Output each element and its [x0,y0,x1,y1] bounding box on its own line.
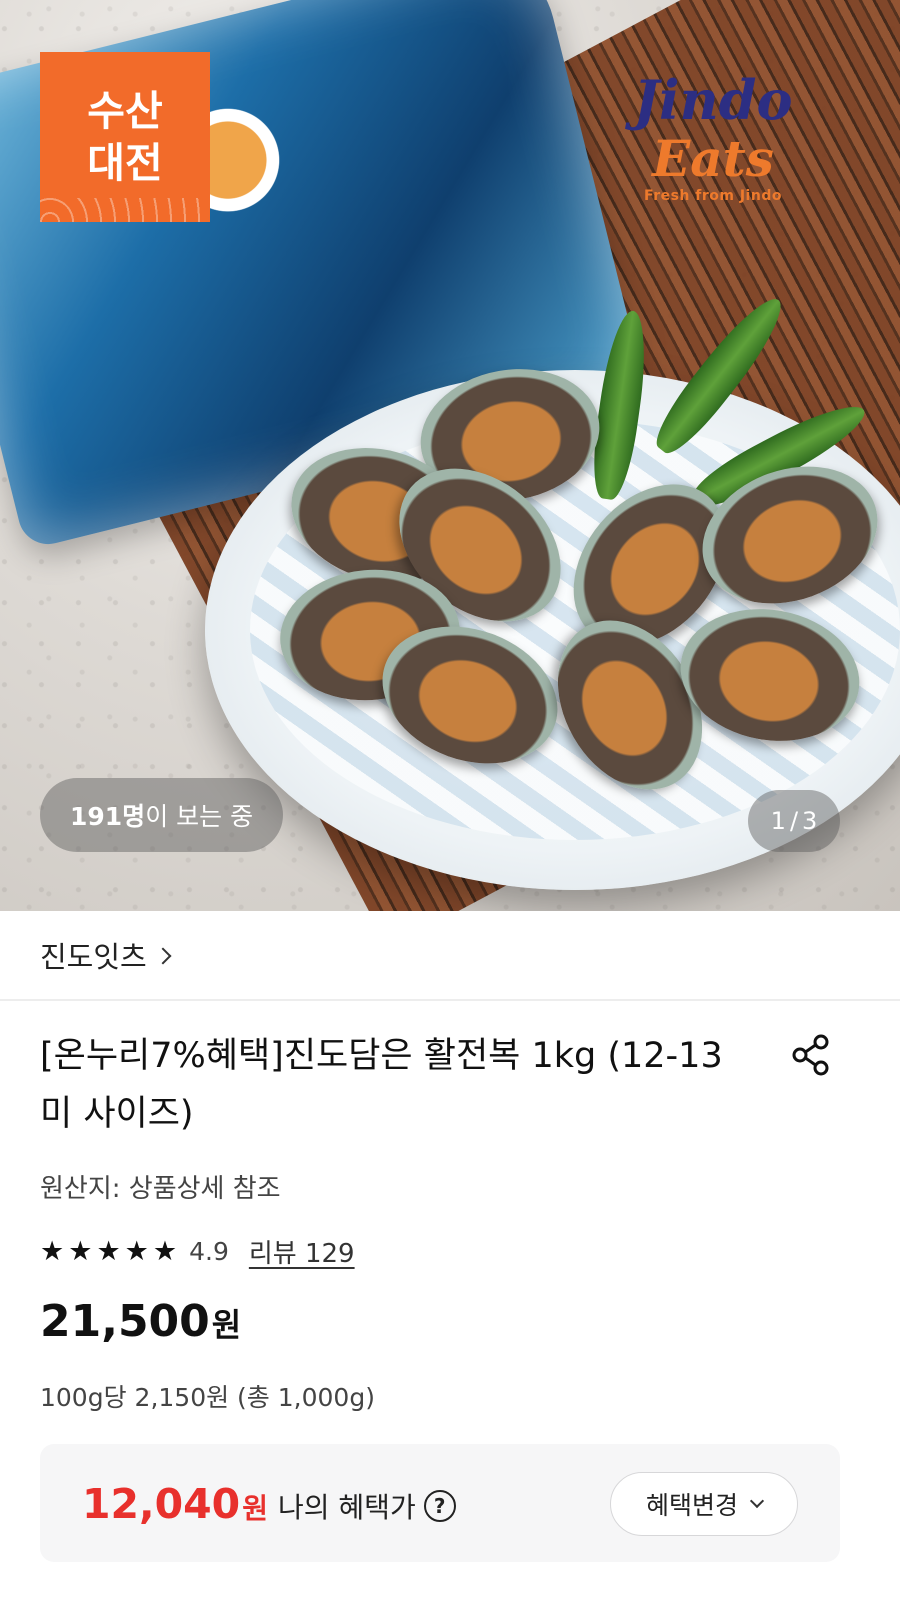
brand-tagline: Fresh from Jindo [644,188,782,204]
product-image-carousel[interactable]: 수산 대전 Jindo Eats Fresh from Jindo 191명 이… [0,0,900,911]
change-benefit-button[interactable]: 혜택변경 [610,1472,798,1536]
image-pager[interactable]: 1 / 3 [748,790,840,852]
my-benefit-box: 12,040 원 나의 혜택가 ? 혜택변경 [40,1444,840,1562]
price-row: 21,500 원 [40,1296,241,1347]
star-icon: ★ [68,1235,93,1267]
brand-logo-line-1: Jindo [633,68,793,132]
star-icon: ★ [124,1235,149,1267]
product-title: [온누리7%혜택]진도담은 활전복 1kg (12-13미 사이즈) [40,1036,723,1134]
viewers-count: 191명 [70,802,146,831]
live-viewers-badge: 191명 이 보는 중 [40,778,284,852]
price-currency: 원 [211,1306,242,1344]
badge-line-1: 수산 [87,87,163,135]
chevron-down-icon [749,1493,765,1509]
pager-total: 3 [802,807,818,835]
share-icon [792,1034,829,1076]
rating-row: ★ ★ ★ ★ ★ 4.9 리뷰 129 [40,1231,355,1271]
seller-link[interactable]: 진도잇츠 [0,911,900,999]
unit-price: 100g당 2,150원 (총 1,000g) [40,1383,375,1412]
pager-current: 1 [770,807,786,835]
review-link[interactable]: 리뷰 129 [249,1233,355,1270]
change-benefit-label: 혜택변경 [645,1491,738,1520]
star-icon: ★ [96,1235,121,1267]
section-divider [0,999,900,1001]
benefit-price-currency: 원 [242,1492,268,1525]
badge-line-2: 대전 [87,139,163,187]
chevron-right-icon [154,947,172,965]
pager-separator: / [789,807,799,835]
star-icon: ★ [40,1235,65,1267]
origin-info: 원산지: 상품상세 참조 [40,1174,281,1204]
share-button[interactable] [788,1032,834,1078]
benefit-price-value: 12,040 [82,1480,241,1528]
viewers-suffix: 이 보는 중 [145,802,254,831]
rating-value: 4.9 [189,1236,229,1266]
benefit-label-group: 나의 혜택가 ? [278,1486,456,1526]
help-icon[interactable]: ? [423,1490,456,1522]
seafood-festival-badge: 수산 대전 [40,52,210,222]
brand-logo-line-2: Eats [652,129,774,188]
product-price: 21,500 [40,1296,210,1347]
wave-icon [40,198,210,222]
benefit-price: 12,040 원 [82,1480,268,1528]
brand-logo: Jindo Eats Fresh from Jindo [598,70,828,204]
star-icon: ★ [152,1235,178,1267]
seller-name: 진도잇츠 [40,940,147,974]
benefit-label: 나의 혜택가 [278,1491,416,1524]
